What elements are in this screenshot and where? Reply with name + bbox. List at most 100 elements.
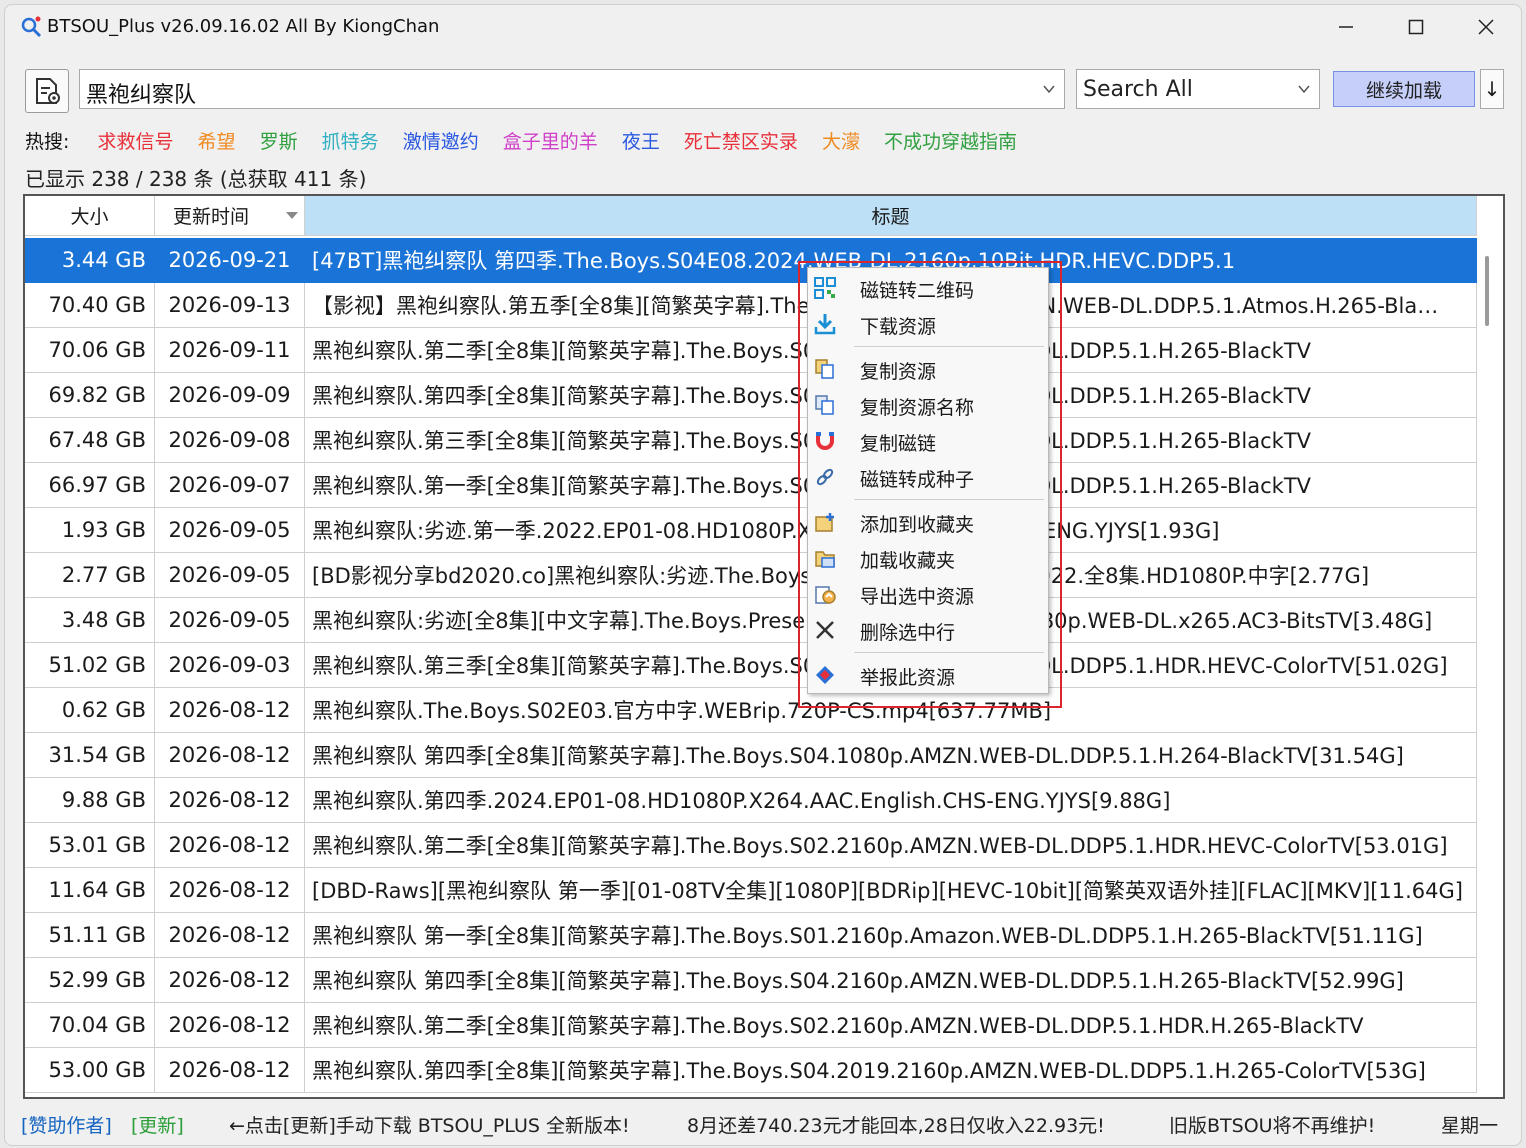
table-row[interactable]: 11.64 GB 2026-08-12 [DBD-Raws][黑袍纠察队 第一季][…	[25, 868, 1477, 913]
cell-date: 2026-08-12	[155, 958, 305, 1002]
chevron-down-icon[interactable]	[1297, 82, 1311, 96]
result-count: 已显示 238 / 238 条 (总获取 411 条)	[25, 167, 367, 191]
table-row[interactable]: 70.06 GB2026-09-11黑袍纠察队.第二季[全8集][简繁英字幕].…	[25, 328, 1477, 373]
results-table: 大小 更新时间 标题 3.44 GB 2026-09-21 [47BT]黑袍纠察队 …	[23, 194, 1505, 1099]
cell-size: 52.99 GB	[25, 958, 155, 1002]
cell-size: 31.54 GB	[25, 733, 155, 777]
cell-size: 70.40 GB	[25, 283, 155, 327]
cell-date: 2026-09-05	[155, 598, 305, 642]
table-row[interactable]: 53.01 GB 2026-08-12 黑袍纠察队.第二季[全8集][简繁英字幕].…	[25, 823, 1477, 868]
cell-size: 11.64 GB	[25, 868, 155, 912]
status-revenue: 8月还差740.23元才能回本,28日仅收入22.93元!	[687, 1115, 1105, 1137]
table-row[interactable]: 67.48 GB2026-09-08黑袍纠察队.第三季[全8集][简繁英字幕].…	[25, 418, 1477, 463]
table-row[interactable]: 53.00 GB 2026-08-12 黑袍纠察队.第四季[全8集][简繁英字幕].…	[25, 1048, 1477, 1093]
table-row[interactable]: 3.44 GB 2026-09-21 [47BT]黑袍纠察队 第四季.The.Boy…	[25, 238, 1477, 283]
hot-item[interactable]: 求救信号	[97, 131, 173, 153]
cell-date: 2026-08-12	[155, 823, 305, 867]
cell-size: 70.04 GB	[25, 1003, 155, 1047]
status-deprecation: 旧版BTSOU将不再维护!	[1169, 1115, 1376, 1137]
hot-item[interactable]: 死亡禁区实录	[684, 131, 798, 153]
cell-size: 70.06 GB	[25, 328, 155, 372]
search-input[interactable]: 黑袍纠察队	[79, 69, 1065, 109]
cell-date: 2026-09-08	[155, 418, 305, 462]
cell-title: 黑袍纠察队.第四季[全8集][简繁英字幕].The.Boys.S04.2019.…	[305, 1048, 1477, 1092]
table-row[interactable]: 31.54 GB 2026-08-12 黑袍纠察队 第四季[全8集][简繁英字幕].…	[25, 733, 1477, 778]
hot-item[interactable]: 罗斯	[260, 131, 298, 153]
table-row[interactable]: 52.99 GB 2026-08-12 黑袍纠察队 第四季[全8集][简繁英字幕].…	[25, 958, 1477, 1003]
search-scope-select[interactable]: Search All	[1076, 69, 1320, 109]
cell-size: 9.88 GB	[25, 778, 155, 822]
table-row[interactable]: 51.02 GB2026-09-03黑袍纠察队.第三季[全8集][简繁英字幕].…	[25, 643, 1477, 688]
table-row[interactable]: 0.62 GB 2026-08-12 黑袍纠察队.The.Boys.S02E03.官…	[25, 688, 1477, 733]
cell-size: 53.01 GB	[25, 823, 155, 867]
cell-size: 1.93 GB	[25, 508, 155, 552]
window-title: BTSOU_Plus v26.09.16.02 All By KiongChan	[47, 16, 440, 37]
table-row[interactable]: 9.88 GB 2026-08-12 黑袍纠察队.第四季.2024.EP01-08.…	[25, 778, 1477, 823]
cell-size: 2.77 GB	[25, 553, 155, 597]
cell-size: 53.00 GB	[25, 1048, 155, 1092]
status-weekday: 星期一	[1441, 1115, 1499, 1137]
table-row[interactable]: 70.40 GB2026-09-13【影视】黑袍纠察队.第五季[全8集][简繁英…	[25, 283, 1477, 328]
chevron-down-icon[interactable]	[1042, 82, 1056, 96]
column-header-size[interactable]: 大小	[25, 196, 155, 236]
cell-date: 2026-08-12	[155, 778, 305, 822]
cell-title: 黑袍纠察队.第二季[全8集][简繁英字幕].The.Boys.S02.2160p…	[305, 823, 1477, 867]
scroll-down-button[interactable]: ↓	[1480, 69, 1504, 109]
cell-date: 2026-09-05	[155, 553, 305, 597]
hot-item[interactable]: 不成功穿越指南	[884, 131, 1017, 153]
cell-title: 黑袍纠察队.第二季[全8集][简繁英字幕].The.Boys.S02.2160p…	[305, 1003, 1477, 1047]
close-button[interactable]	[1451, 5, 1521, 49]
cell-date: 2026-09-05	[155, 508, 305, 552]
hot-item[interactable]: 激情邀约	[403, 131, 479, 153]
table-row[interactable]: 2.77 GB2026-09-05[BD影视分享bd2020.co]黑袍纠察队:…	[25, 553, 1477, 598]
cell-size: 3.44 GB	[25, 238, 155, 282]
cell-date: 2026-09-21	[155, 238, 305, 282]
cell-title: 黑袍纠察队 第一季[全8集][简繁英字幕].The.Boys.S01.2160p…	[305, 913, 1477, 957]
settings-document-button[interactable]	[25, 69, 69, 113]
table-row[interactable]: 70.04 GB 2026-08-12 黑袍纠察队.第二季[全8集][简繁英字幕].…	[25, 1003, 1477, 1048]
cell-title: 黑袍纠察队 第四季[全8集][简繁英字幕].The.Boys.S04.2160p…	[305, 958, 1477, 1002]
cell-date: 2026-08-12	[155, 868, 305, 912]
highlight-annotation	[798, 261, 1062, 708]
cell-date: 2026-09-03	[155, 643, 305, 687]
column-header-date[interactable]: 更新时间	[155, 196, 305, 236]
sponsor-link[interactable]: [赞助作者]	[21, 1111, 112, 1138]
minimize-button[interactable]	[1311, 5, 1381, 49]
cell-date: 2026-08-12	[155, 913, 305, 957]
hot-searches: 热搜: 求救信号 希望 罗斯 抓特务 激情邀约 盒子里的羊 夜王 死亡禁区实录 …	[25, 127, 1035, 154]
cell-size: 66.97 GB	[25, 463, 155, 507]
table-row[interactable]: 69.82 GB2026-09-09黑袍纠察队.第四季[全8集][简繁英字幕].…	[25, 373, 1477, 418]
cell-date: 2026-09-09	[155, 373, 305, 417]
hot-item[interactable]: 夜王	[622, 131, 660, 153]
app-window: BTSOU_Plus v26.09.16.02 All By KiongChan…	[4, 4, 1522, 1146]
cell-size: 67.48 GB	[25, 418, 155, 462]
continue-load-button[interactable]: 继续加载	[1333, 71, 1475, 107]
table-row[interactable]: 51.11 GB 2026-08-12 黑袍纠察队 第一季[全8集][简繁英字幕].…	[25, 913, 1477, 958]
vertical-scrollbar[interactable]	[1485, 256, 1489, 326]
cell-size: 51.11 GB	[25, 913, 155, 957]
app-search-icon	[19, 15, 43, 39]
table-row[interactable]: 66.97 GB2026-09-07黑袍纠察队.第一季[全8集][简繁英字幕].…	[25, 463, 1477, 508]
cell-date: 2026-09-13	[155, 283, 305, 327]
hot-item[interactable]: 希望	[198, 131, 236, 153]
cell-date: 2026-09-07	[155, 463, 305, 507]
cell-size: 0.62 GB	[25, 688, 155, 732]
table-header: 大小 更新时间 标题	[25, 196, 1503, 238]
hot-item[interactable]: 抓特务	[322, 131, 379, 153]
column-header-date-label: 更新时间	[173, 206, 250, 228]
hot-label: 热搜:	[25, 131, 70, 153]
maximize-button[interactable]	[1381, 5, 1451, 49]
table-row[interactable]: 3.48 GB2026-09-05黑袍纠察队:劣迹[全8集][中文字幕].The…	[25, 598, 1477, 643]
table-row[interactable]: 1.93 GB 2026-09-05 黑袍纠察队:劣迹.第一季.2022.EP01-…	[25, 508, 1477, 553]
search-query: 黑袍纠察队	[86, 83, 197, 108]
hot-item[interactable]: 盒子里的羊	[503, 131, 598, 153]
cell-size: 69.82 GB	[25, 373, 155, 417]
status-update-hint: ←点击[更新]手动下载 BTSOU_PLUS 全新版本!	[229, 1115, 630, 1137]
hot-item[interactable]: 大濛	[822, 131, 860, 153]
title-bar[interactable]: BTSOU_Plus v26.09.16.02 All By KiongChan	[5, 5, 1521, 49]
cell-title: 黑袍纠察队 第四季[全8集][简繁英字幕].The.Boys.S04.1080p…	[305, 733, 1477, 777]
cell-size: 3.48 GB	[25, 598, 155, 642]
cell-size: 51.02 GB	[25, 643, 155, 687]
update-link[interactable]: [更新]	[131, 1111, 184, 1138]
column-header-title[interactable]: 标题	[305, 196, 1477, 236]
